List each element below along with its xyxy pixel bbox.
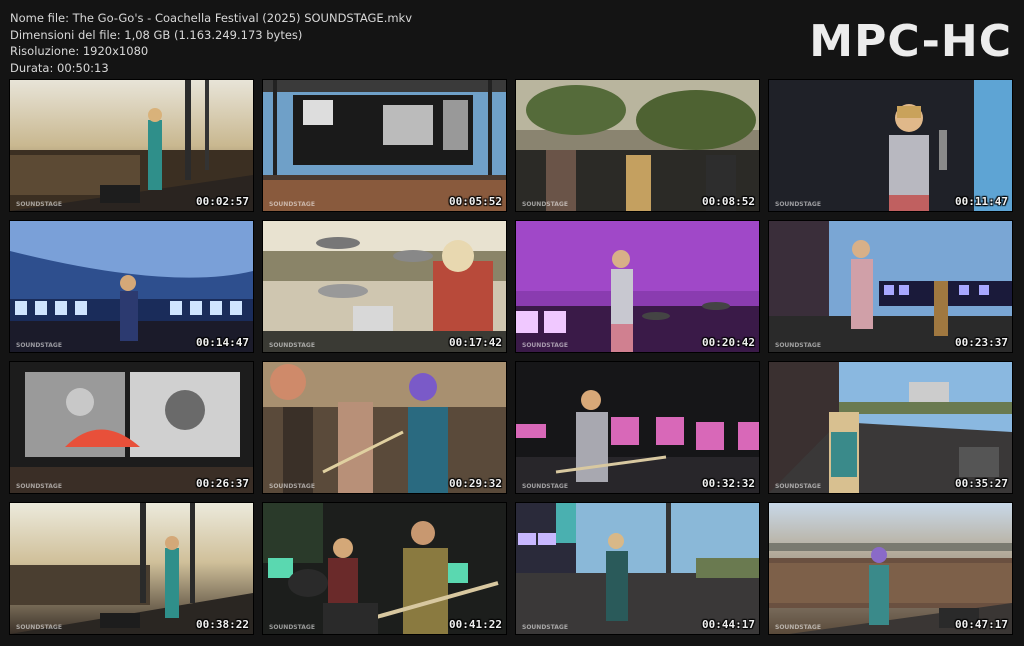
- file-name: Nome file: The Go-Go's - Coachella Festi…: [10, 11, 413, 25]
- file-resolution: Risoluzione: 1920x1080: [10, 44, 149, 58]
- video-frame-image: [10, 362, 253, 493]
- timestamp: 00:11:47: [955, 195, 1008, 208]
- timestamp: 00:14:47: [196, 336, 249, 349]
- thumbnail-sheet: Nome file: The Go-Go's - Coachella Festi…: [0, 0, 1024, 646]
- watermark: SOUNDSTAGE: [775, 342, 821, 349]
- timestamp: 00:47:17: [955, 618, 1008, 631]
- watermark: SOUNDSTAGE: [16, 342, 62, 349]
- watermark: SOUNDSTAGE: [775, 201, 821, 208]
- watermark: SOUNDSTAGE: [522, 483, 568, 490]
- video-frame-image: [516, 80, 759, 211]
- video-frame-image: [263, 221, 506, 352]
- video-frame-image: [10, 80, 253, 211]
- thumbnail[interactable]: SOUNDSTAGE 00:05:52: [263, 80, 506, 211]
- thumbnail[interactable]: SOUNDSTAGE 00:44:17: [516, 503, 759, 634]
- timestamp: 00:20:42: [702, 336, 755, 349]
- watermark: SOUNDSTAGE: [16, 483, 62, 490]
- video-frame-image: [516, 362, 759, 493]
- file-duration: Durata: 00:50:13: [10, 60, 109, 75]
- thumbnail[interactable]: SOUNDSTAGE 00:23:37: [769, 221, 1012, 352]
- watermark: SOUNDSTAGE: [269, 624, 315, 631]
- thumbnail[interactable]: SOUNDSTAGE 00:38:22: [10, 503, 253, 634]
- timestamp: 00:17:42: [449, 336, 502, 349]
- thumbnail[interactable]: SOUNDSTAGE 00:02:57: [10, 80, 253, 211]
- watermark: SOUNDSTAGE: [522, 624, 568, 631]
- thumbnail[interactable]: SOUNDSTAGE 00:32:32: [516, 362, 759, 493]
- watermark: SOUNDSTAGE: [522, 342, 568, 349]
- thumbnail[interactable]: SOUNDSTAGE 00:26:37: [10, 362, 253, 493]
- watermark: SOUNDSTAGE: [269, 483, 315, 490]
- timestamp: 00:05:52: [449, 195, 502, 208]
- thumbnail[interactable]: SOUNDSTAGE 00:29:32: [263, 362, 506, 493]
- video-frame-image: [263, 362, 506, 493]
- watermark: SOUNDSTAGE: [775, 624, 821, 631]
- video-frame-image: [263, 503, 506, 634]
- timestamp: 00:44:17: [702, 618, 755, 631]
- timestamp: 00:41:22: [449, 618, 502, 631]
- file-info: Nome file: The Go-Go's - Coachella Festi…: [10, 10, 412, 76]
- thumbnail[interactable]: SOUNDSTAGE 00:41:22: [263, 503, 506, 634]
- video-frame-image: [10, 503, 253, 634]
- thumbnail[interactable]: SOUNDSTAGE 00:35:27: [769, 362, 1012, 493]
- video-frame-image: [10, 221, 253, 352]
- video-frame-image: [516, 503, 759, 634]
- thumbnail[interactable]: SOUNDSTAGE 00:47:17: [769, 503, 1012, 634]
- watermark: SOUNDSTAGE: [775, 483, 821, 490]
- file-size: Dimensioni del file: 1,08 GB (1.163.249.…: [10, 27, 303, 42]
- watermark: SOUNDSTAGE: [16, 624, 62, 631]
- timestamp: 00:29:32: [449, 477, 502, 490]
- video-frame-image: [769, 503, 1012, 634]
- watermark: SOUNDSTAGE: [269, 201, 315, 208]
- thumbnail[interactable]: SOUNDSTAGE 00:11:47: [769, 80, 1012, 211]
- timestamp: 00:32:32: [702, 477, 755, 490]
- thumbnail[interactable]: SOUNDSTAGE 00:20:42: [516, 221, 759, 352]
- watermark: SOUNDSTAGE: [522, 201, 568, 208]
- mpc-hc-logo: MPC-HC: [809, 16, 1012, 67]
- timestamp: 00:35:27: [955, 477, 1008, 490]
- watermark: SOUNDSTAGE: [16, 201, 62, 208]
- timestamp: 00:08:52: [702, 195, 755, 208]
- timestamp: 00:38:22: [196, 618, 249, 631]
- thumbnail[interactable]: SOUNDSTAGE 00:17:42: [263, 221, 506, 352]
- video-frame-image: [769, 362, 1012, 493]
- video-frame-image: [769, 221, 1012, 352]
- timestamp: 00:02:57: [196, 195, 249, 208]
- thumbnail-grid: SOUNDSTAGE 00:02:57 SOUNDSTAGE 00:05:52: [10, 80, 1012, 634]
- video-frame-image: [769, 80, 1012, 211]
- watermark: SOUNDSTAGE: [269, 342, 315, 349]
- timestamp: 00:23:37: [955, 336, 1008, 349]
- thumbnail[interactable]: SOUNDSTAGE 00:14:47: [10, 221, 253, 352]
- thumbnail[interactable]: SOUNDSTAGE 00:08:52: [516, 80, 759, 211]
- timestamp: 00:26:37: [196, 477, 249, 490]
- video-frame-image: [516, 221, 759, 352]
- video-frame-image: [263, 80, 506, 211]
